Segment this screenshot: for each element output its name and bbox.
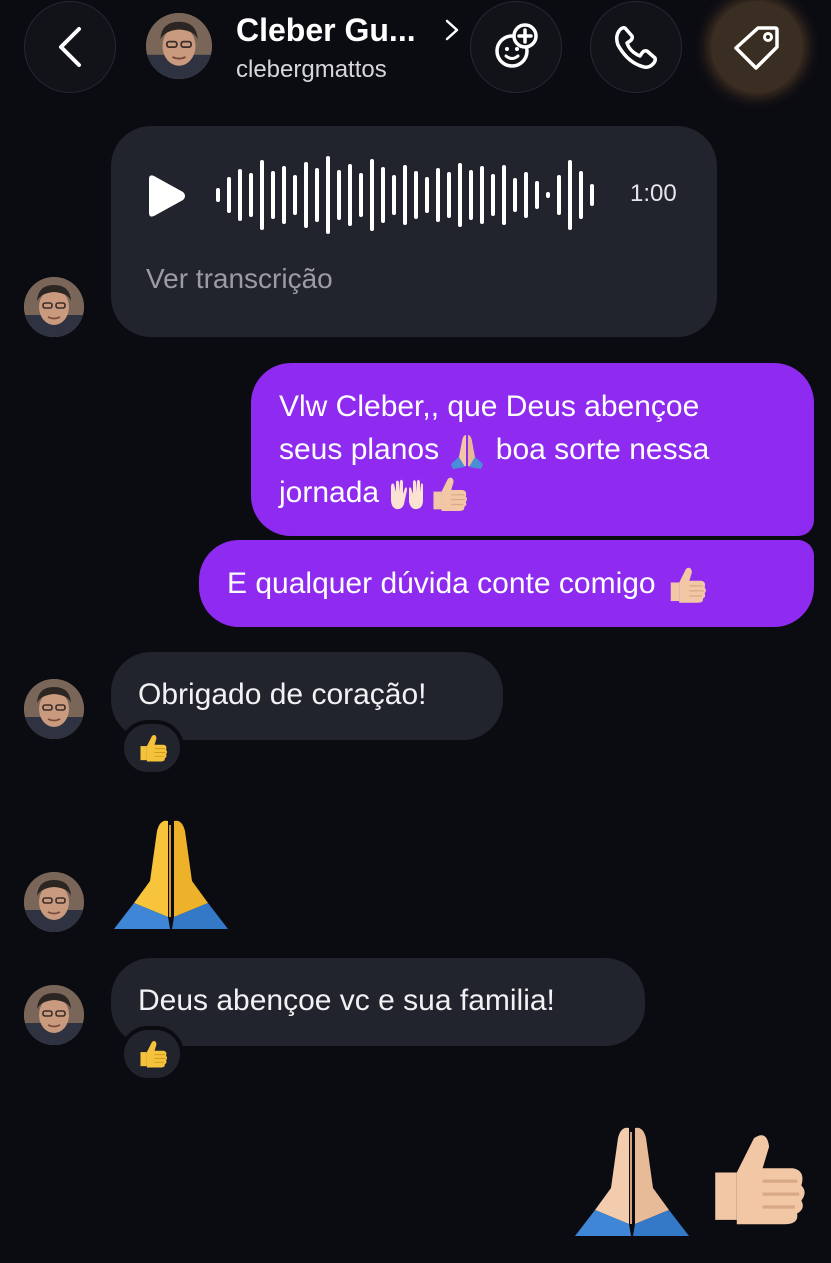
waveform-bar bbox=[293, 175, 297, 215]
thumbs-up-emoji-message[interactable] bbox=[698, 1122, 810, 1236]
phone-icon bbox=[614, 26, 657, 69]
message-text: jornada bbox=[279, 476, 388, 510]
effects-button[interactable] bbox=[470, 1, 562, 93]
back-chevron-icon bbox=[59, 27, 81, 67]
folded-hands-icon bbox=[451, 435, 484, 470]
thumbs-up-icon bbox=[433, 477, 469, 512]
waveform[interactable] bbox=[212, 150, 602, 240]
waveform-bar bbox=[447, 172, 451, 218]
waveform-bar bbox=[381, 167, 385, 223]
contact-name[interactable]: Cleber Gu... bbox=[236, 12, 416, 49]
effects-icon bbox=[495, 23, 538, 68]
chat-header: Cleber Gu... clebergmattos bbox=[0, 0, 831, 100]
back-button[interactable] bbox=[24, 1, 116, 93]
thumbs-up-reaction-icon bbox=[139, 734, 168, 762]
play-icon[interactable] bbox=[145, 173, 187, 219]
sender-avatar[interactable] bbox=[24, 985, 84, 1045]
waveform-bar bbox=[227, 177, 231, 213]
folded-hands-emoji-message[interactable] bbox=[573, 1124, 691, 1238]
reaction-badge[interactable] bbox=[120, 1026, 184, 1082]
voice-duration: 1:00 bbox=[630, 180, 677, 207]
waveform-bar bbox=[238, 169, 242, 221]
waveform-bar bbox=[359, 173, 363, 217]
tag-button[interactable] bbox=[711, 1, 803, 93]
tag-icon bbox=[734, 26, 779, 70]
thumbs-up-reaction-icon bbox=[139, 1040, 168, 1068]
waveform-bar bbox=[491, 174, 495, 216]
waveform-bar bbox=[260, 160, 264, 230]
contact-avatar[interactable] bbox=[146, 13, 212, 79]
waveform-bar bbox=[590, 184, 594, 206]
voice-call-button[interactable] bbox=[590, 1, 682, 93]
received-message-bubble[interactable]: Deus abençoe vc e sua familia! bbox=[111, 958, 645, 1046]
sender-avatar[interactable] bbox=[24, 872, 84, 932]
folded-hands-emoji-message[interactable] bbox=[112, 817, 230, 933]
chat-screen: Cleber Gu... clebergmattos 1:00 Ver tran… bbox=[0, 0, 831, 1263]
waveform-bar bbox=[568, 160, 572, 230]
waveform-bar bbox=[535, 181, 539, 209]
raising-hands-icon bbox=[391, 479, 424, 510]
waveform-bar bbox=[458, 163, 462, 227]
sent-message-bubble[interactable]: E qualquer dúvida conte comigo bbox=[199, 540, 814, 627]
thumbs-up-icon bbox=[670, 567, 707, 604]
sender-avatar[interactable] bbox=[24, 679, 84, 739]
waveform-bar bbox=[216, 188, 220, 202]
waveform-bar bbox=[425, 177, 429, 213]
waveform-bar bbox=[524, 172, 528, 218]
message-line: seus planos boa sorte nessa bbox=[279, 428, 784, 471]
sender-avatar[interactable] bbox=[24, 277, 84, 337]
waveform-bar bbox=[480, 166, 484, 224]
message-text: boa sorte nessa bbox=[487, 433, 710, 466]
reaction-badge[interactable] bbox=[120, 720, 184, 776]
message-text: E qualquer dúvida conte comigo bbox=[227, 567, 664, 600]
waveform-bar bbox=[502, 165, 506, 225]
message-text: Obrigado de coração! bbox=[138, 678, 427, 711]
waveform-bar bbox=[513, 178, 517, 212]
waveform-bar bbox=[315, 168, 319, 222]
waveform-bar bbox=[546, 192, 550, 198]
message-line: Vlw Cleber,, que Deus abençoe bbox=[279, 390, 700, 423]
waveform-bar bbox=[348, 164, 352, 226]
waveform-bar bbox=[249, 173, 253, 217]
waveform-bar bbox=[337, 170, 341, 220]
message-text: Deus abençoe vc e sua familia! bbox=[138, 984, 555, 1017]
waveform-bar bbox=[557, 175, 561, 215]
waveform-bar bbox=[326, 156, 330, 234]
waveform-bar bbox=[392, 175, 396, 215]
view-transcript-link[interactable]: Ver transcrição bbox=[146, 263, 333, 295]
waveform-bar bbox=[271, 171, 275, 219]
waveform-bar bbox=[370, 159, 374, 231]
waveform-bar bbox=[436, 168, 440, 222]
contact-handle[interactable]: clebergmattos bbox=[236, 56, 387, 84]
waveform-bar bbox=[414, 171, 418, 219]
waveform-bar bbox=[403, 165, 407, 225]
waveform-bar bbox=[469, 170, 473, 220]
sent-message-bubble[interactable]: Vlw Cleber,, que Deus abençoe seus plano… bbox=[251, 363, 814, 536]
waveform-bar bbox=[304, 162, 308, 228]
message-text: seus planos bbox=[279, 433, 448, 466]
waveform-bar bbox=[579, 171, 583, 219]
waveform-bar bbox=[282, 166, 286, 224]
chevron-right-icon[interactable] bbox=[444, 18, 460, 42]
message-line: jornada bbox=[279, 471, 784, 515]
